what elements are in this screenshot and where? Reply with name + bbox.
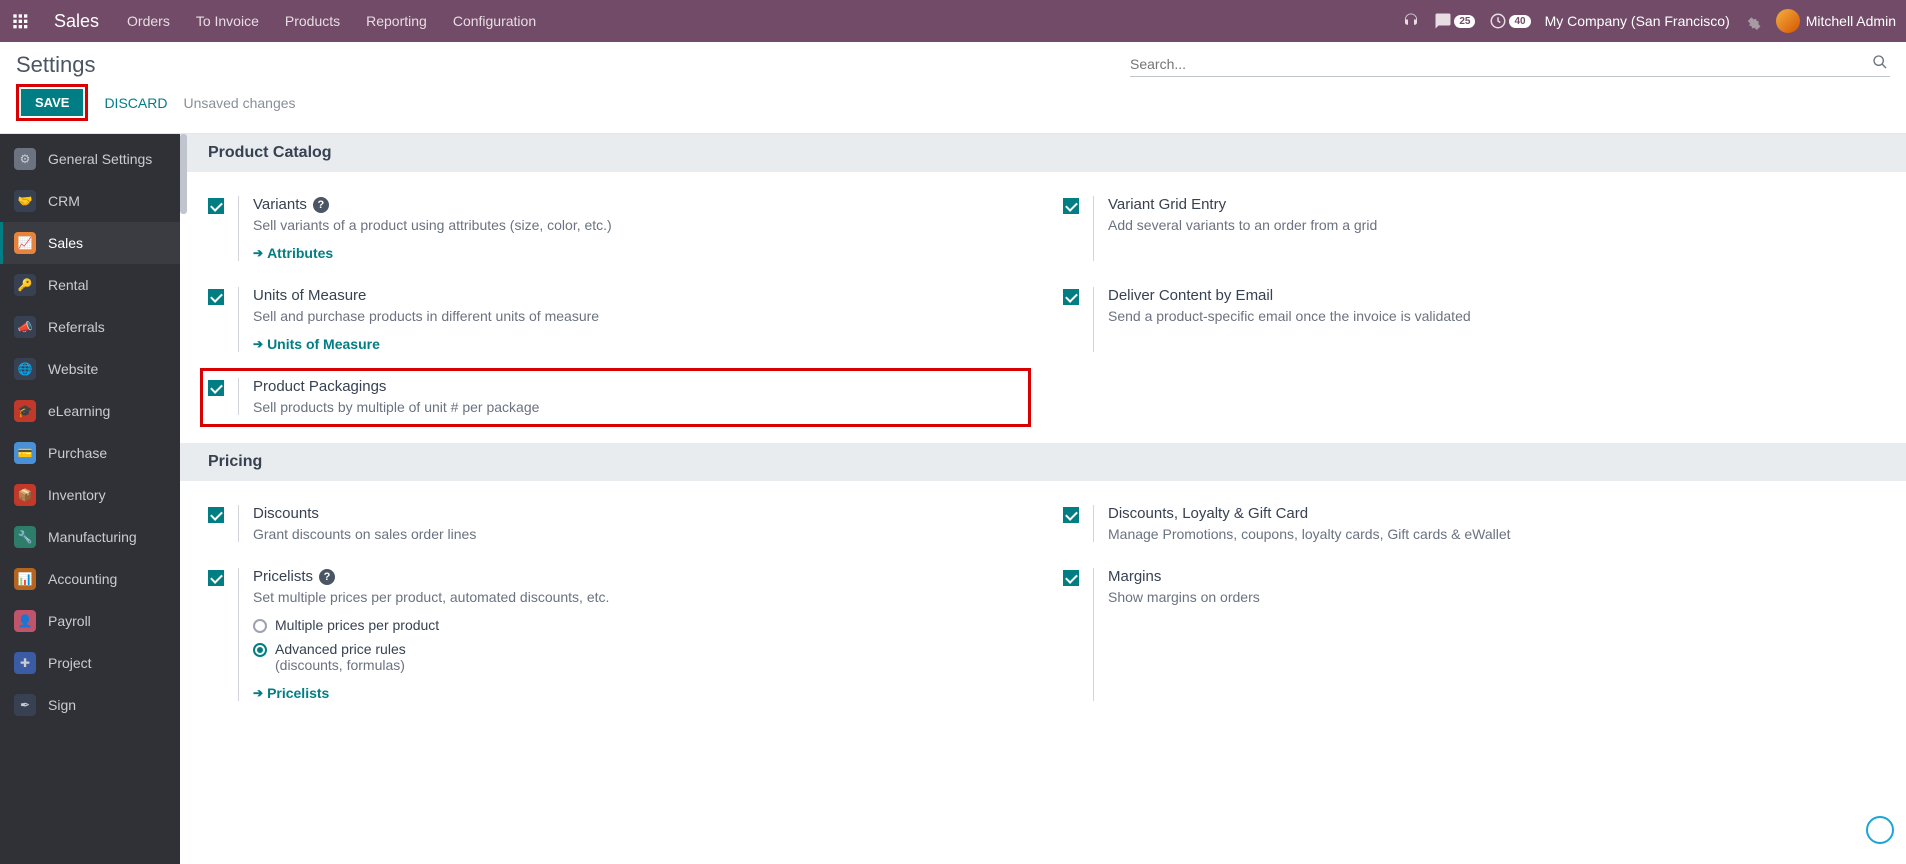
scrollbar[interactable] (180, 134, 187, 214)
sidebar-item-sales[interactable]: 📈Sales (0, 222, 180, 264)
link-attributes[interactable]: ➔Attributes (253, 245, 333, 261)
activities-badge: 40 (1509, 15, 1530, 28)
help-icon[interactable]: ? (319, 569, 335, 585)
cart-icon: 💳 (14, 442, 36, 464)
subheader: Settings SAVE DISCARD Unsaved changes (0, 42, 1906, 134)
brand-title[interactable]: Sales (54, 11, 99, 32)
sidebar-item-payroll[interactable]: 👤Payroll (0, 600, 180, 642)
sidebar-item-purchase[interactable]: 💳Purchase (0, 432, 180, 474)
sidebar-item-referrals[interactable]: 📣Referrals (0, 306, 180, 348)
checkbox-pricelists[interactable] (208, 570, 224, 586)
checkbox-variant-grid[interactable] (1063, 198, 1079, 214)
sidebar-item-inventory[interactable]: 📦Inventory (0, 474, 180, 516)
sidebar-item-general[interactable]: ⚙General Settings (0, 138, 180, 180)
user-name: Mitchell Admin (1806, 13, 1896, 29)
unsaved-label: Unsaved changes (183, 95, 295, 111)
search-icon[interactable] (1872, 54, 1888, 73)
setting-pricelists: Pricelists? Set multiple prices per prod… (208, 568, 1023, 701)
avatar-icon (1776, 9, 1800, 33)
sidebar-item-crm[interactable]: 🤝CRM (0, 180, 180, 222)
menu-configuration[interactable]: Configuration (453, 13, 536, 29)
setting-packagings: Product Packagings Sell products by mult… (202, 370, 1029, 425)
top-navbar: Sales Orders To Invoice Products Reporti… (0, 0, 1906, 42)
setting-variants: Variants? Sell variants of a product usi… (208, 196, 1023, 261)
checkbox-loyalty[interactable] (1063, 507, 1079, 523)
user-menu[interactable]: Mitchell Admin (1776, 9, 1896, 33)
setting-deliver-email: Deliver Content by Email Send a product-… (1063, 287, 1878, 352)
sidebar-item-manufacturing[interactable]: 🔧Manufacturing (0, 516, 180, 558)
puzzle-icon: ✚ (14, 652, 36, 674)
sidebar-item-elearning[interactable]: 🎓eLearning (0, 390, 180, 432)
menu-products[interactable]: Products (285, 13, 340, 29)
discard-button[interactable]: DISCARD (104, 95, 167, 111)
setting-discounts: Discounts Grant discounts on sales order… (208, 505, 1023, 542)
radio-icon (253, 619, 267, 633)
settings-sidebar: ⚙General Settings 🤝CRM 📈Sales 🔑Rental 📣R… (0, 134, 180, 864)
search-input[interactable] (1130, 52, 1890, 76)
sidebar-item-website[interactable]: 🌐Website (0, 348, 180, 390)
setting-loyalty: Discounts, Loyalty & Gift Card Manage Pr… (1063, 505, 1878, 542)
gear-icon: ⚙ (14, 148, 36, 170)
arrow-right-icon: ➔ (253, 246, 263, 260)
save-button[interactable]: SAVE (21, 89, 83, 116)
box-icon: 📦 (14, 484, 36, 506)
menu-reporting[interactable]: Reporting (366, 13, 427, 29)
arrow-right-icon: ➔ (253, 686, 263, 700)
arrow-right-icon: ➔ (253, 337, 263, 351)
chart-bar-icon: 📊 (14, 568, 36, 590)
apps-icon[interactable] (10, 11, 30, 31)
checkbox-variants[interactable] (208, 198, 224, 214)
globe-icon: 🌐 (14, 358, 36, 380)
link-pricelists[interactable]: ➔Pricelists (253, 685, 329, 701)
page-title: Settings (16, 52, 96, 78)
pen-icon: ✒ (14, 694, 36, 716)
section-product-catalog: Product Catalog (180, 134, 1906, 172)
help-icon[interactable]: ? (313, 197, 329, 213)
sidebar-item-project[interactable]: ✚Project (0, 642, 180, 684)
setting-uom: Units of Measure Sell and purchase produ… (208, 287, 1023, 352)
settings-content: Product Catalog Variants? Sell variants … (180, 134, 1906, 864)
setting-margins: Margins Show margins on orders (1063, 568, 1878, 701)
menu-orders[interactable]: Orders (127, 13, 170, 29)
chart-icon: 📈 (14, 232, 36, 254)
sidebar-item-sign[interactable]: ✒Sign (0, 684, 180, 726)
checkbox-discounts[interactable] (208, 507, 224, 523)
company-switcher[interactable]: My Company (San Francisco) (1545, 13, 1730, 29)
wrench-icon: 🔧 (14, 526, 36, 548)
sidebar-item-rental[interactable]: 🔑Rental (0, 264, 180, 306)
book-icon: 🎓 (14, 400, 36, 422)
voip-icon[interactable] (1402, 12, 1420, 30)
top-menu: Orders To Invoice Products Reporting Con… (127, 13, 536, 29)
radio-multiple-prices[interactable]: Multiple prices per product (253, 617, 609, 633)
radio-icon (253, 643, 267, 657)
checkbox-uom[interactable] (208, 289, 224, 305)
activities-button[interactable]: 40 (1489, 12, 1530, 30)
radio-advanced-rules[interactable]: Advanced price rules (discounts, formula… (253, 641, 609, 673)
section-pricing: Pricing (180, 443, 1906, 481)
checkbox-margins[interactable] (1063, 570, 1079, 586)
handshake-icon: 🤝 (14, 190, 36, 212)
key-icon: 🔑 (14, 274, 36, 296)
debug-icon[interactable] (1744, 12, 1762, 30)
checkbox-deliver-email[interactable] (1063, 289, 1079, 305)
user-icon: 👤 (14, 610, 36, 632)
setting-variant-grid: Variant Grid Entry Add several variants … (1063, 196, 1878, 261)
link-uom[interactable]: ➔Units of Measure (253, 336, 380, 352)
megaphone-icon: 📣 (14, 316, 36, 338)
search-wrap (1130, 52, 1890, 77)
menu-to-invoice[interactable]: To Invoice (196, 13, 259, 29)
sidebar-item-accounting[interactable]: 📊Accounting (0, 558, 180, 600)
chat-bubble-icon[interactable] (1866, 816, 1894, 844)
checkbox-packagings[interactable] (208, 380, 224, 396)
save-highlight: SAVE (16, 84, 88, 121)
messages-badge: 25 (1454, 15, 1475, 28)
messages-button[interactable]: 25 (1434, 12, 1475, 30)
